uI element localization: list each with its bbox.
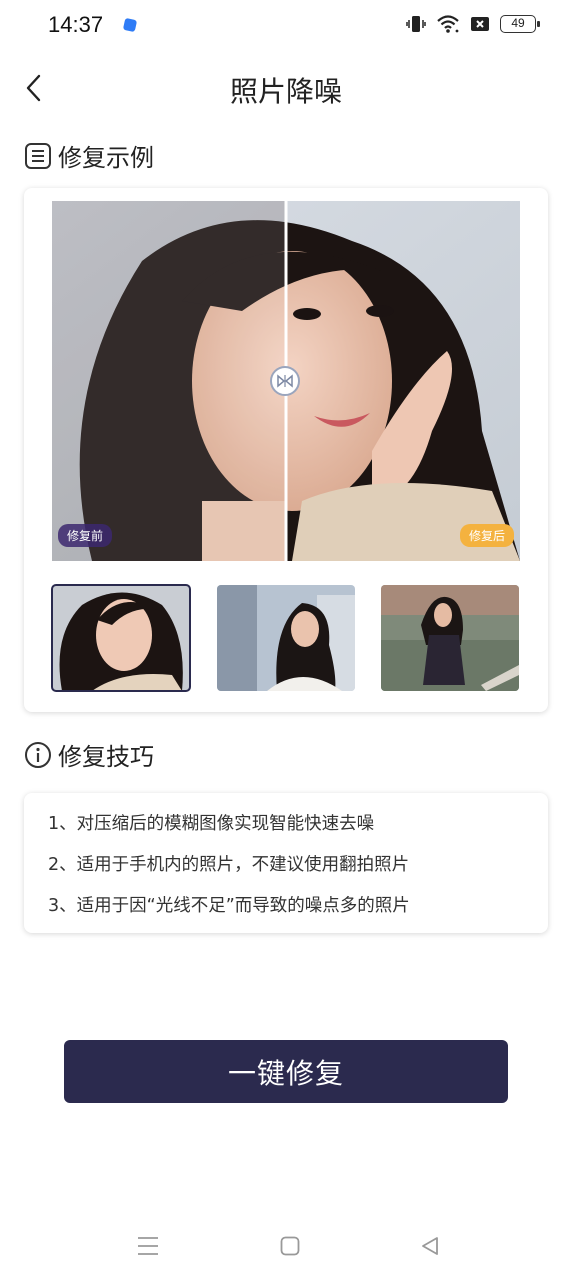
thumbnail-image: [217, 585, 355, 691]
thumbnail-image: [52, 585, 190, 691]
example-section-title: 修复示例: [58, 144, 154, 172]
menu-icon: [138, 1237, 158, 1255]
example-section-header: 修复示例: [24, 138, 154, 173]
after-tag: 修复后: [459, 524, 514, 547]
app-header: 照片降噪: [0, 58, 572, 118]
vibrate-icon: [406, 16, 426, 32]
app-notification-icon: [122, 17, 138, 33]
tips-card: 1、对压缩后的模糊图像实现智能快速去噪 2、适用于手机内的照片，不建议使用翻拍照…: [24, 793, 548, 933]
system-nav-bar: [0, 1210, 572, 1280]
status-icons: 49: [406, 14, 540, 34]
before-after-compare[interactable]: 修复前 修复后: [52, 201, 520, 561]
triangle-back-icon: [422, 1237, 438, 1255]
square-icon: [280, 1236, 300, 1256]
wifi-icon: [437, 15, 459, 33]
thumbnail-1[interactable]: [51, 584, 191, 692]
tip-item: 1、对压缩后的模糊图像实现智能快速去噪: [48, 814, 375, 834]
example-thumbnails: [51, 584, 520, 692]
list-icon: [24, 142, 52, 170]
back-nav-button[interactable]: [416, 1232, 444, 1260]
tips-section-header: 修复技巧: [24, 737, 154, 772]
page-title: 照片降噪: [229, 75, 342, 108]
thumbnail-image: [381, 585, 519, 691]
thumbnail-2[interactable]: [217, 585, 355, 691]
battery-icon: 49: [500, 15, 540, 33]
thumbnail-3[interactable]: [381, 585, 519, 691]
tip-item: 2、适用于手机内的照片，不建议使用翻拍照片: [48, 855, 410, 875]
status-bar: 14:37 49: [0, 0, 572, 52]
status-time: 14:37: [48, 12, 104, 37]
info-icon: [24, 741, 52, 769]
one-click-repair-button[interactable]: 一键修复: [64, 1040, 508, 1103]
recent-apps-button[interactable]: [134, 1232, 162, 1260]
example-card: 修复前 修复后: [24, 188, 548, 712]
tip-item: 3、适用于因“光线不足”而导致的噪点多的照片: [48, 896, 410, 916]
split-arrows-icon: [277, 374, 293, 388]
before-tag: 修复前: [58, 524, 113, 547]
home-button[interactable]: [276, 1232, 304, 1260]
compare-slider-handle[interactable]: [270, 366, 300, 396]
sim-off-icon: [471, 17, 489, 31]
tips-section-title: 修复技巧: [58, 743, 154, 771]
